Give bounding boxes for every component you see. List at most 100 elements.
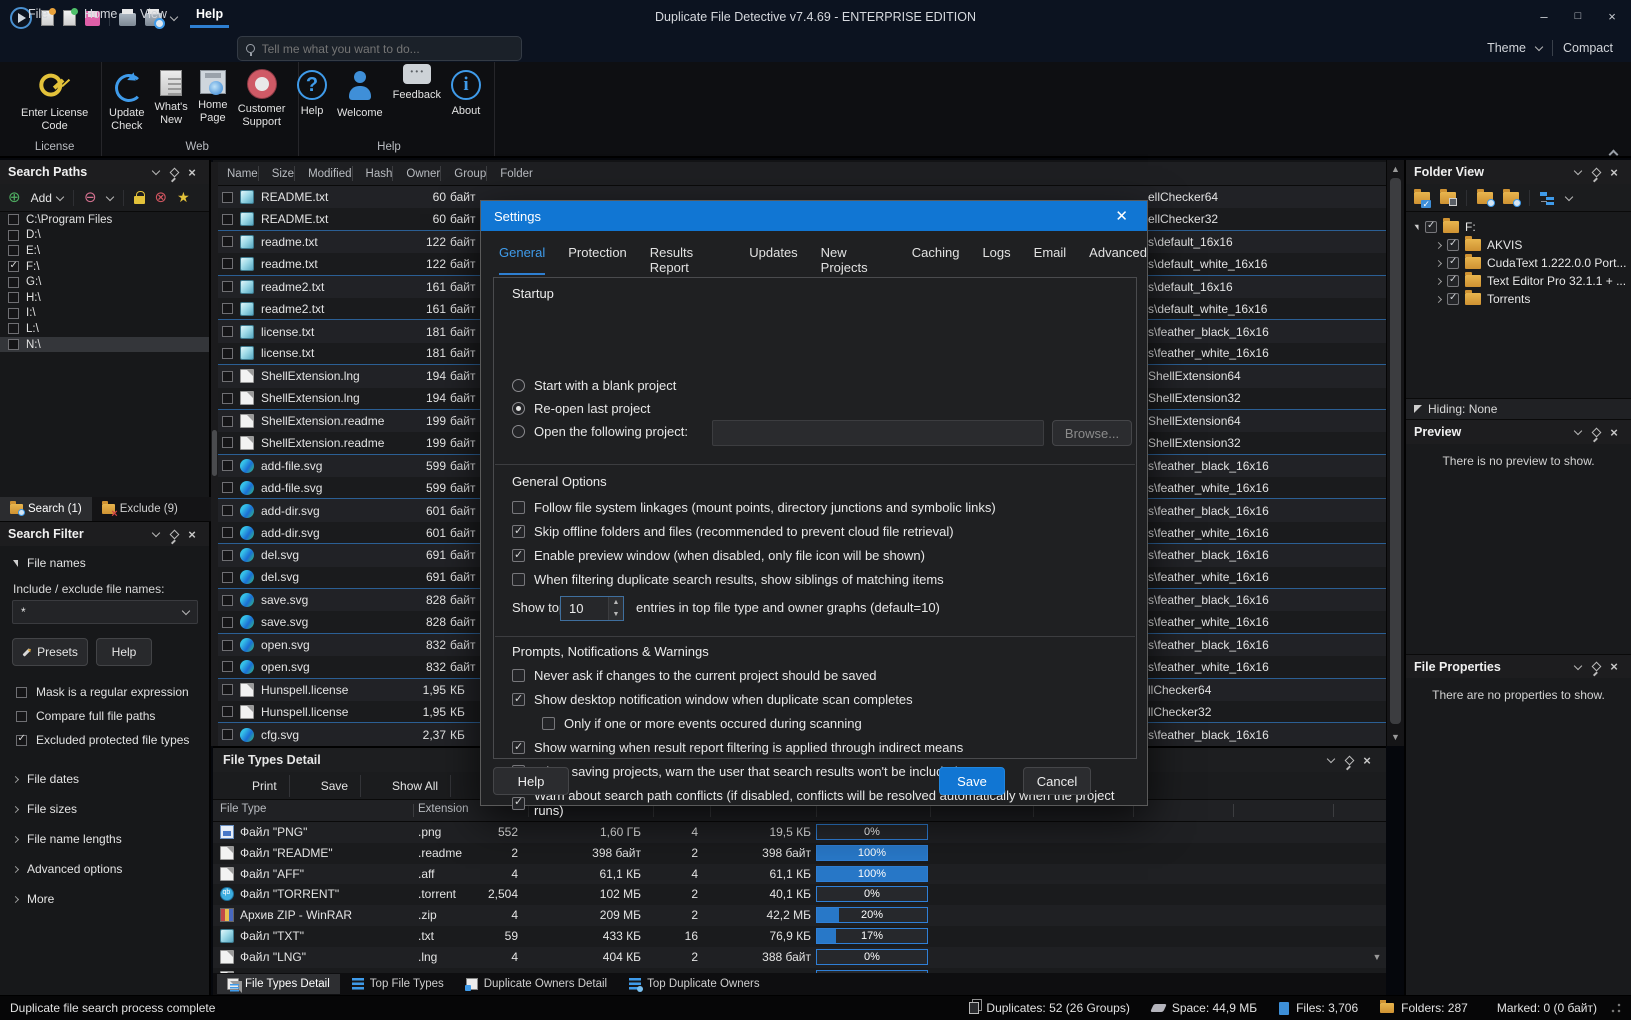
dialog-tab[interactable]: Email <box>1034 245 1067 275</box>
tree-item[interactable]: Text Editor Pro 32.1.1 + ... <box>1436 272 1631 290</box>
row-checkbox[interactable] <box>222 729 233 740</box>
find-next-folder-icon[interactable] <box>1503 192 1519 204</box>
row-checkbox[interactable] <box>222 550 233 561</box>
collapsed-triangle-icon[interactable] <box>1435 241 1442 248</box>
column-header[interactable]: Owner <box>392 166 440 181</box>
list-scrollbar[interactable]: ▲ ▼ <box>1386 160 1404 746</box>
tree-options-caret-icon[interactable] <box>1565 192 1573 200</box>
close-button[interactable]: × <box>1597 4 1627 28</box>
ribbon-button[interactable]: What's New <box>149 66 192 137</box>
bottom-toolbar-button[interactable]: Show All <box>360 775 450 797</box>
add-path-icon[interactable]: ⊕ <box>8 190 21 205</box>
option-checkbox-row[interactable]: Skip offline folders and files (recommen… <box>512 524 954 539</box>
compact-button[interactable]: Compact <box>1563 41 1613 55</box>
bottom-toolbar-button[interactable]: Print <box>221 775 289 797</box>
spin-up-icon[interactable]: ▲ <box>609 597 623 609</box>
radio-button[interactable] <box>512 379 525 392</box>
prompt-checkbox-row[interactable]: Only if one or more events occured durin… <box>512 716 862 731</box>
filter-section[interactable]: Advanced options <box>0 854 209 884</box>
dialog-tab[interactable]: Results Report <box>650 245 726 275</box>
pin-icon[interactable] <box>1340 752 1358 768</box>
tellme-search[interactable] <box>237 36 522 61</box>
filter-checkbox-row[interactable]: Compare full file paths <box>0 704 209 728</box>
ribbon-button[interactable]: Help <box>292 66 332 124</box>
prompt-checkbox[interactable] <box>512 797 525 810</box>
path-checkbox[interactable] <box>8 245 19 256</box>
pin-icon[interactable] <box>165 526 183 542</box>
prompt-checkbox-row[interactable]: Never ask if changes to the current proj… <box>512 668 877 683</box>
startup-radio-row[interactable]: Re-open last project <box>512 401 650 416</box>
tab-search[interactable]: Search (1) <box>0 497 92 521</box>
close-icon[interactable]: × <box>1605 659 1623 675</box>
option-checkbox[interactable] <box>512 501 525 514</box>
ribbon-button[interactable]: Enter License Code <box>16 66 93 137</box>
bottom-tab[interactable]: Top File Types <box>342 974 454 994</box>
chevron-down-icon[interactable] <box>1569 424 1587 440</box>
row-checkbox[interactable] <box>222 706 233 717</box>
option-checkbox[interactable] <box>512 525 525 538</box>
chevron-down-icon[interactable] <box>147 526 165 542</box>
column-header[interactable]: Modified <box>294 166 351 181</box>
file-type-row[interactable]: Файл "PNG" .png 552 1,60 ГБ 4 19,5 КБ 0% <box>213 822 1386 843</box>
path-checkbox[interactable] <box>8 261 19 272</box>
ribbon-button[interactable]: Update Check <box>104 66 149 137</box>
path-checkbox[interactable] <box>8 339 19 350</box>
row-checkbox[interactable] <box>222 661 233 672</box>
search-path-row[interactable]: N:\ <box>0 337 209 353</box>
file-type-row[interactable]: Архив ZIP - WinRAR .zip 4 209 МБ 2 42,2 … <box>213 905 1386 926</box>
option-checkbox[interactable] <box>512 573 525 586</box>
filter-section[interactable]: File name lengths <box>0 824 209 854</box>
file-type-row[interactable]: Файл "AFF" .aff 4 61,1 КБ 4 61,1 КБ 100% <box>213 864 1386 885</box>
row-checkbox[interactable] <box>222 437 233 448</box>
filter-checkbox-row[interactable]: Excluded protected file types <box>0 728 209 752</box>
filter-section[interactable]: File sizes <box>0 794 209 824</box>
option-checkbox-row[interactable]: Follow file system linkages (mount point… <box>512 500 996 515</box>
search-path-row[interactable]: I:\ <box>0 306 209 322</box>
ribbon-collapse-button[interactable] <box>1610 147 1617 161</box>
maximize-button[interactable]: □ <box>1563 4 1593 28</box>
column-header[interactable]: Name <box>213 166 258 181</box>
filter-checkbox-row[interactable]: Mask is a regular expression <box>0 680 209 704</box>
search-path-row[interactable]: E:\ <box>0 243 209 259</box>
filter-checkbox[interactable] <box>16 687 27 698</box>
column-header[interactable]: Group <box>440 166 486 181</box>
prompt-checkbox-row[interactable]: Show warning when result report filterin… <box>512 740 963 755</box>
close-icon[interactable]: × <box>183 164 201 180</box>
row-checkbox[interactable] <box>222 258 233 269</box>
pin-icon[interactable] <box>1587 164 1605 180</box>
radio-button[interactable] <box>512 402 525 415</box>
close-icon[interactable]: × <box>183 526 201 542</box>
collapsed-triangle-icon[interactable] <box>1435 277 1442 284</box>
ribbon-button[interactable]: Customer Support <box>233 66 291 137</box>
scroll-down-icon[interactable]: ▼ <box>1387 732 1404 742</box>
tree-item[interactable]: Torrents <box>1436 290 1631 308</box>
dialog-tab[interactable]: Protection <box>568 245 627 275</box>
dialog-tab[interactable]: General <box>499 245 545 275</box>
tree-checkbox[interactable] <box>1447 275 1459 287</box>
dialog-tab[interactable]: Logs <box>982 245 1010 275</box>
row-checkbox[interactable] <box>222 303 233 314</box>
remove-path-icon[interactable]: ⊖ <box>84 190 97 205</box>
collapsed-triangle-icon[interactable] <box>1435 259 1442 266</box>
row-checkbox[interactable] <box>222 572 233 583</box>
close-icon[interactable]: × <box>1605 424 1623 440</box>
scroll-down-icon[interactable]: ▼ <box>1370 952 1384 962</box>
filter-section[interactable]: More <box>0 884 209 914</box>
chevron-down-icon[interactable] <box>1569 659 1587 675</box>
path-checkbox[interactable] <box>8 292 19 303</box>
clear-paths-icon[interactable]: ⊗ <box>155 190 168 205</box>
favorites-icon[interactable]: ★ <box>177 189 190 206</box>
tree-item[interactable]: CudaText 1.222.0.0 Port... <box>1436 254 1631 272</box>
check-all-folders-icon[interactable] <box>1414 192 1430 204</box>
dialog-tab[interactable]: Updates <box>749 245 797 275</box>
ribbon-tab[interactable]: Help <box>190 5 229 28</box>
tree-checkbox[interactable] <box>1447 257 1459 269</box>
row-checkbox[interactable] <box>222 617 233 628</box>
section-file-names[interactable]: File names <box>0 552 209 574</box>
pin-icon[interactable] <box>1587 659 1605 675</box>
show-top-spinner[interactable]: 10 ▲ ▼ <box>560 596 624 621</box>
row-checkbox[interactable] <box>222 595 233 606</box>
bottom-tab[interactable]: Duplicate Owners Detail <box>456 974 617 994</box>
pin-icon[interactable] <box>1587 424 1605 440</box>
minimize-button[interactable]: – <box>1529 4 1559 28</box>
